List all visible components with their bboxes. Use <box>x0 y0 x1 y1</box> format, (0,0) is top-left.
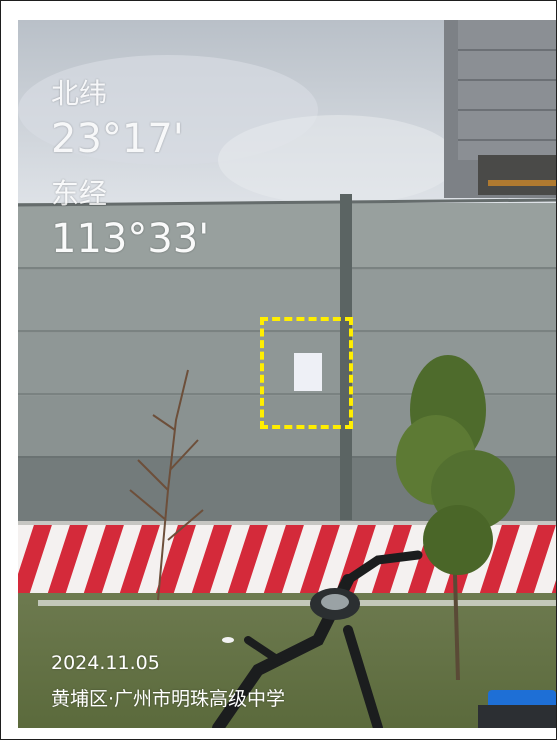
building <box>444 20 556 198</box>
highlight-box <box>260 317 353 429</box>
photo-date: 2024.11.05 <box>51 652 160 674</box>
latitude-label: 北纬 <box>51 77 108 110</box>
image-frame: 北纬 23°17' 东经 113°33' 2024.11.05 黄埔区·广州市明… <box>0 0 557 740</box>
photo-location: 黄埔区·广州市明珠高级中学 <box>51 688 286 710</box>
latitude-value: 23°17' <box>51 116 184 162</box>
longitude-label: 东经 <box>51 177 108 210</box>
longitude-value: 113°33' <box>51 216 210 262</box>
site-photo: 北纬 23°17' 东经 113°33' 2024.11.05 黄埔区·广州市明… <box>18 20 556 728</box>
